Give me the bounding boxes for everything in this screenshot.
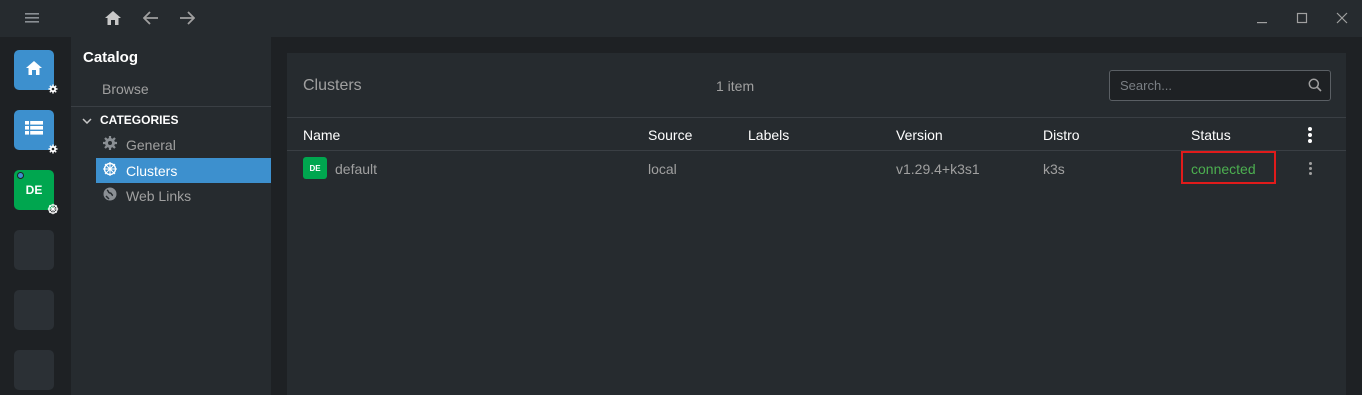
- gear-icon: [46, 82, 60, 96]
- back-arrow-icon[interactable]: [138, 6, 164, 30]
- gear-icon: [46, 142, 60, 156]
- hotbar-empty-slot[interactable]: [14, 350, 54, 390]
- table-header: Name Source Labels Version Distro Status: [287, 117, 1346, 151]
- sidebar-item-clusters[interactable]: Clusters: [96, 158, 271, 183]
- categories-label: CATEGORIES: [100, 113, 179, 127]
- column-header-version[interactable]: Version: [896, 127, 943, 143]
- sidebar-item-label: Web Links: [126, 187, 192, 204]
- hotbar-cluster-de[interactable]: DE: [14, 170, 59, 215]
- column-header-distro[interactable]: Distro: [1043, 127, 1080, 143]
- column-header-status[interactable]: Status: [1191, 127, 1231, 143]
- row-menu-icon[interactable]: [1302, 161, 1318, 176]
- categories-toggle[interactable]: CATEGORIES: [82, 113, 178, 127]
- sidebar-item-label: General: [126, 136, 176, 153]
- sidebar-item-web-links[interactable]: Web Links: [96, 183, 271, 208]
- table-row[interactable]: DE default local v1.29.4+k3s1 k3s connec…: [287, 151, 1346, 185]
- cell-source: local: [648, 161, 677, 177]
- chevron-down-icon: [82, 113, 92, 127]
- hotbar-catalog[interactable]: [14, 110, 58, 154]
- cluster-avatar-label: DE: [25, 183, 43, 197]
- close-icon[interactable]: [1329, 6, 1355, 30]
- maximize-icon[interactable]: [1289, 6, 1315, 30]
- forward-arrow-icon[interactable]: [174, 6, 200, 30]
- top-bar: [0, 0, 1362, 37]
- item-count: 1 item: [716, 78, 755, 94]
- kubernetes-wheel-icon: [102, 161, 118, 180]
- menu-icon[interactable]: [19, 6, 45, 30]
- globe-icon: [102, 186, 118, 205]
- search-box: [1109, 70, 1331, 101]
- catalog-sidebar: Catalog Browse CATEGORIES General Cluste…: [71, 37, 271, 395]
- sidebar-item-label: Clusters: [126, 162, 178, 179]
- hotbar-empty-slot[interactable]: [14, 230, 54, 270]
- search-icon[interactable]: [1308, 78, 1322, 97]
- cluster-avatar: DE: [303, 157, 327, 179]
- home-icon[interactable]: [100, 6, 126, 30]
- kubernetes-wheel-icon: [46, 202, 60, 216]
- gear-icon: [102, 135, 118, 154]
- hotbar: DE: [0, 37, 71, 395]
- search-input[interactable]: [1110, 71, 1300, 100]
- cell-status: connected: [1191, 161, 1256, 177]
- cell-distro: k3s: [1043, 161, 1065, 177]
- column-header-labels[interactable]: Labels: [748, 127, 789, 143]
- hotbar-home[interactable]: [14, 50, 58, 94]
- hotbar-empty-slot[interactable]: [14, 290, 54, 330]
- sidebar-item-browse[interactable]: Browse: [102, 81, 149, 97]
- clusters-panel: Clusters 1 item Name Source Labels Versi…: [287, 53, 1346, 395]
- status-dot: [17, 172, 24, 179]
- page-title: Clusters: [303, 77, 362, 94]
- column-menu-icon[interactable]: [1302, 126, 1318, 144]
- cell-name: default: [335, 161, 378, 177]
- divider: [71, 106, 271, 107]
- cell-version: v1.29.4+k3s1: [896, 161, 980, 177]
- column-header-name[interactable]: Name: [303, 127, 340, 143]
- column-header-source[interactable]: Source: [648, 127, 692, 143]
- minimize-icon[interactable]: [1249, 6, 1275, 30]
- sidebar-title: Catalog: [83, 49, 139, 66]
- sidebar-item-general[interactable]: General: [96, 132, 271, 157]
- catalog-list-icon: [25, 120, 43, 140]
- home-icon: [25, 60, 43, 81]
